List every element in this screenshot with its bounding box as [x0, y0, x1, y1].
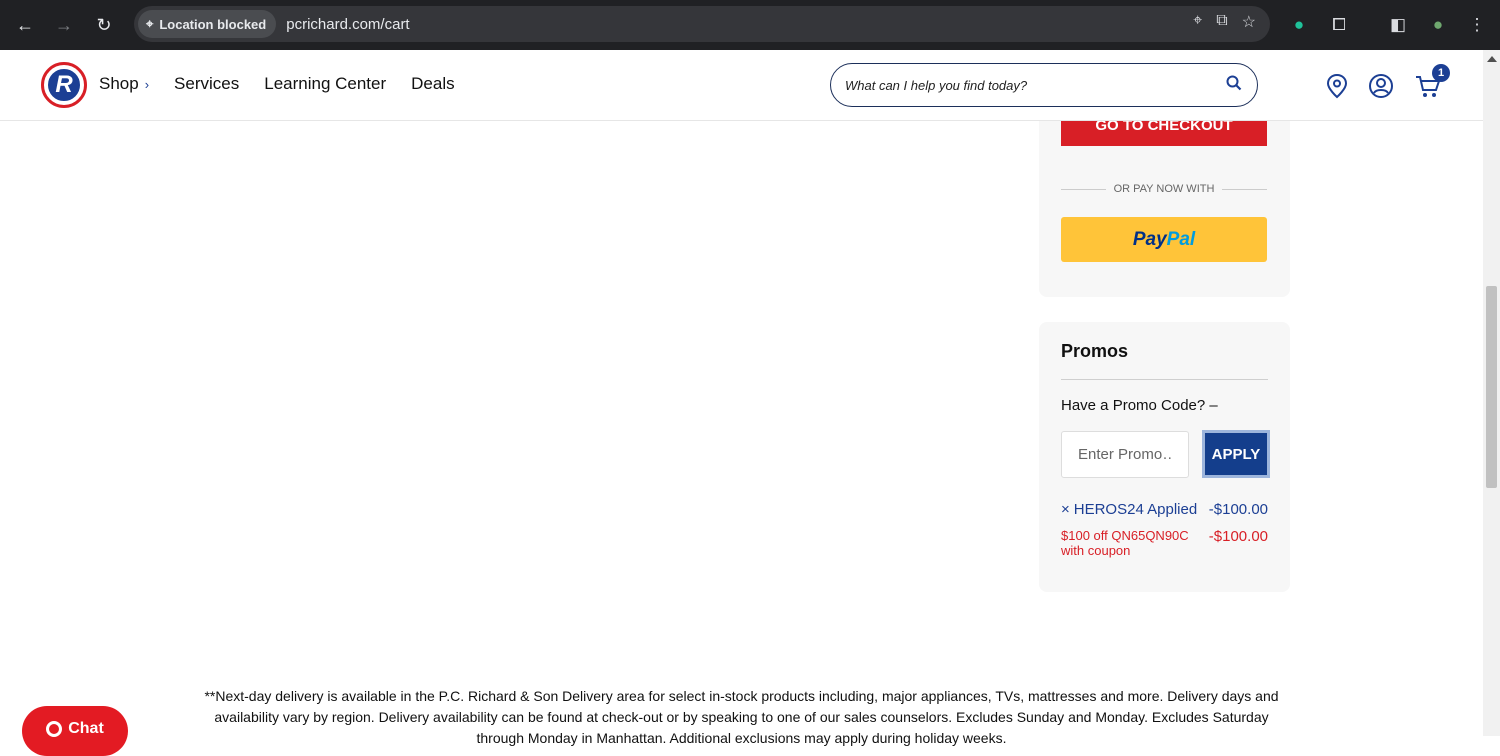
chat-bubble-icon	[46, 721, 63, 737]
promo-code-input[interactable]	[1061, 431, 1189, 478]
account-icon[interactable]	[1367, 72, 1395, 100]
main-nav: Shop › Services Learning Center Deals	[99, 74, 455, 94]
nav-deals[interactable]: Deals	[411, 74, 454, 94]
order-summary-card: GO TO CHECKOUT OR PAY NOW WITH Pay Pal	[1039, 121, 1290, 297]
location-off-icon: ⌖	[146, 16, 154, 31]
url-text[interactable]: pcrichard.com/cart	[286, 16, 409, 33]
location-blocked-chip[interactable]: ⌖ Location blocked	[138, 10, 277, 38]
nav-shop[interactable]: Shop ›	[99, 74, 149, 94]
chat-button[interactable]: Chat	[22, 706, 128, 756]
puzzle-extensions-icon[interactable]: ⧠	[1325, 11, 1353, 39]
extension-icon[interactable]: ●	[1285, 11, 1313, 39]
discount-row: $100 off QN65QN90C with coupon -$100.00	[1061, 528, 1268, 558]
address-bar[interactable]: ⌖ Location blocked pcrichard.com/cart ⌖ …	[134, 6, 1270, 42]
go-to-checkout-button[interactable]: GO TO CHECKOUT	[1061, 121, 1267, 146]
search-icon[interactable]	[1225, 74, 1243, 97]
search-input[interactable]	[845, 77, 1225, 93]
scroll-up-icon[interactable]	[1487, 56, 1497, 62]
location-off-icon[interactable]: ⌖	[1193, 12, 1202, 32]
chevron-right-icon: ›	[144, 77, 150, 92]
site-header: R Shop› Services Learning Center Deals 1	[0, 50, 1483, 121]
scrollbar-thumb[interactable]	[1486, 286, 1497, 488]
divider	[1061, 379, 1268, 380]
cart-icon[interactable]: 1	[1414, 64, 1450, 100]
promos-title: Promos	[1061, 341, 1129, 361]
bookmark-star-icon[interactable]: ☆	[1242, 12, 1256, 32]
site-logo[interactable]: R	[41, 62, 87, 108]
search-box	[830, 63, 1258, 107]
delivery-footnote: **Next-day delivery is available in the …	[204, 688, 1279, 746]
nav-learning-center[interactable]: Learning Center	[264, 74, 386, 94]
paypal-button[interactable]: Pay Pal	[1061, 217, 1267, 262]
translate-icon[interactable]: ⧉	[1216, 12, 1227, 32]
browser-toolbar: ← → ↻ ⌖ Location blocked pcrichard.com/c…	[0, 0, 1500, 50]
cart-count-badge: 1	[1432, 64, 1450, 82]
reload-icon[interactable]: ↻	[90, 11, 118, 39]
promos-card: Promos Have a Promo Code? – APPLY ×HEROS…	[1039, 322, 1290, 592]
apply-promo-button[interactable]: APPLY	[1202, 430, 1270, 478]
forward-icon[interactable]: →	[50, 11, 78, 39]
store-location-icon[interactable]	[1323, 72, 1351, 100]
remove-promo-icon[interactable]: ×	[1061, 501, 1070, 518]
applied-promo-row: × HEROS24 Applied -$100.00	[1061, 501, 1268, 518]
applied-promo-amount: -$100.00	[1208, 501, 1268, 518]
page-scrollbar[interactable]	[1483, 50, 1500, 736]
back-icon[interactable]: ←	[11, 11, 39, 39]
or-pay-divider: OR PAY NOW WITH	[1061, 183, 1267, 195]
profile-avatar[interactable]: ●	[1424, 11, 1452, 39]
promo-code-toggle[interactable]: Have a Promo Code? –	[1061, 397, 1218, 414]
menu-kebab-icon[interactable]: ⋮	[1463, 11, 1491, 39]
side-panel-icon[interactable]: ◧	[1384, 11, 1412, 39]
nav-services[interactable]: Services	[174, 74, 239, 94]
